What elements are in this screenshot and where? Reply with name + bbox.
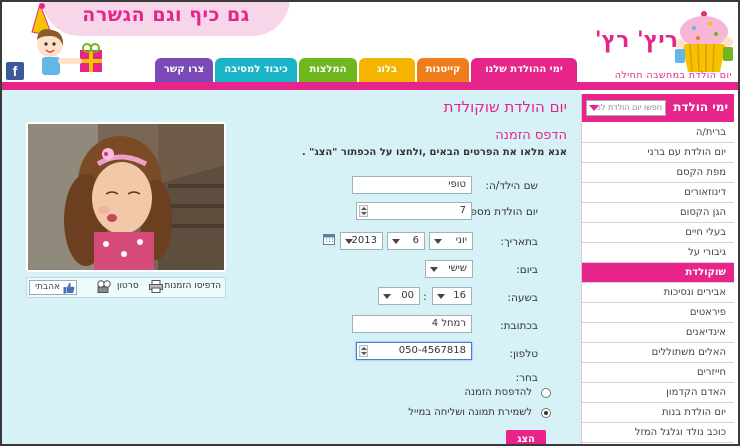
sidebar: ימי הולדת חפשו יום הולדת לפי ברית/ה יום ה… — [581, 94, 734, 444]
logo-title[interactable]: ריץ' רץ' — [562, 28, 678, 53]
video-icon[interactable] — [97, 280, 111, 293]
tab-party-food[interactable]: כיבוד למסיבה — [215, 58, 297, 82]
sidebar-item[interactable]: בעלי חיים — [582, 223, 734, 243]
chevron-down-icon — [383, 294, 391, 299]
video-link[interactable]: סרטון — [117, 281, 139, 291]
form-instructions: אנא מלאו את הפרטים הבאים ,ולחצו על הכפתו… — [301, 147, 567, 158]
choose-label: בחר: — [515, 372, 538, 384]
radio-save-and-email[interactable] — [541, 408, 551, 418]
tab-camps[interactable]: קייטנות — [417, 58, 469, 82]
chevron-down-icon — [430, 267, 438, 272]
date-month-value: יוני — [455, 235, 467, 246]
age-value: 7 — [459, 205, 466, 216]
age-spinner[interactable] — [359, 205, 368, 217]
tab-our-birthdays[interactable]: ימי ההולדת שלנו — [471, 58, 577, 82]
date-year-value: 2013 — [351, 235, 377, 246]
chevron-down-icon — [392, 239, 400, 244]
sidebar-item[interactable]: ברית/ה — [582, 123, 734, 143]
sidebar-item[interactable]: הגן הקסום — [582, 203, 734, 223]
site-header: גם כיף וגם הגשרה f ריץ' רץ' יום הולדת במ… — [2, 2, 738, 90]
facebook-icon[interactable]: f — [6, 62, 24, 80]
date-day-value: 6 — [412, 235, 419, 246]
sidebar-item[interactable]: יום הולדת עם ברני — [582, 143, 734, 163]
sidebar-item[interactable]: גיבורי על — [582, 243, 734, 263]
sidebar-item[interactable]: האלים משתוללים — [582, 343, 734, 363]
print-invitations-link[interactable]: הדפיסו הזמנות — [164, 281, 221, 291]
sidebar-item[interactable]: יום הולדת בנות — [582, 403, 734, 423]
show-button[interactable]: הצג — [506, 430, 546, 444]
page: גם כיף וגם הגשרה f ריץ' רץ' יום הולדת במ… — [2, 2, 738, 444]
birthday-search-select[interactable]: חפשו יום הולדת לפי — [586, 100, 666, 116]
party-girl-illustration — [31, 2, 102, 75]
nav-underline — [2, 82, 738, 90]
date-year-select[interactable]: 2013 — [340, 232, 383, 250]
sidebar-item[interactable]: כוכב נולד וגלגל המזל — [582, 423, 734, 443]
tab-contact[interactable]: צרו קשר — [155, 58, 213, 82]
sidebar-item[interactable]: דינוזאורים — [582, 183, 734, 203]
age-input[interactable]: 7 — [356, 202, 472, 220]
phone-input[interactable]: 050-4567818 — [356, 342, 472, 360]
chevron-down-icon — [345, 239, 353, 244]
page-title: יום הולדת שוקולדת — [443, 98, 567, 116]
chevron-down-icon — [437, 294, 445, 299]
date-month-select[interactable]: יוני — [429, 232, 473, 250]
chevron-down-icon — [434, 239, 442, 244]
sidebar-item[interactable]: פיראטים — [582, 303, 734, 323]
phone-value: 050-4567818 — [398, 345, 466, 356]
address-input[interactable]: רמחל 4 — [352, 315, 472, 333]
calendar-icon[interactable] — [323, 233, 335, 245]
girl-blowing-candles-image — [28, 124, 224, 270]
tab-recommendations[interactable]: המלצות — [299, 58, 357, 82]
search-placeholder: חפשו יום הולדת לפי — [594, 103, 662, 112]
like-label: אהבתי — [34, 282, 60, 292]
radio-print-invitation-label[interactable]: להדפסת הזמנה — [465, 387, 533, 398]
photo-actions-bar: הדפיסו הזמנות סרטון אהבתי — [26, 277, 226, 298]
cupcake-logo-icon[interactable] — [672, 10, 736, 74]
phone-spinner[interactable] — [359, 345, 368, 357]
child-name-input[interactable]: טופי — [352, 176, 472, 194]
printer-icon[interactable] — [149, 280, 163, 293]
sidebar-item[interactable]: האדם הקדמון — [582, 383, 734, 403]
time-hour-select[interactable]: 16 — [432, 287, 472, 305]
weekday-value: שישי — [448, 263, 467, 274]
time-separator: : — [423, 290, 427, 303]
sidebar-item[interactable]: אינדיאנים — [582, 323, 734, 343]
chevron-down-icon — [589, 105, 599, 111]
date-day-select[interactable]: 6 — [387, 232, 425, 250]
time-hour-value: 16 — [453, 290, 466, 301]
sidebar-item[interactable]: שוקולדת — [582, 263, 734, 283]
main-content: יום הולדת שוקולדת הדפס הזמנה אנא מלאו את… — [2, 90, 581, 444]
sidebar-header: ימי הולדת חפשו יום הולדת לפי — [582, 94, 734, 122]
time-minute-value: 00 — [401, 290, 414, 301]
tab-blog[interactable]: בלוג — [359, 58, 415, 82]
radio-save-and-email-label[interactable]: לשמירת תמונה ושליחה במייל — [408, 407, 532, 418]
like-button[interactable]: אהבתי — [29, 280, 77, 295]
sidebar-item[interactable]: אבירים ונסיכות — [582, 283, 734, 303]
party-photo — [26, 122, 226, 272]
sidebar-title: ימי הולדת — [673, 100, 728, 114]
time-minute-select[interactable]: 00 — [378, 287, 420, 305]
thumbs-up-icon — [63, 282, 75, 294]
section-title: הדפס הזמנה — [495, 128, 567, 143]
sidebar-item[interactable]: ממממממ — [582, 443, 734, 444]
radio-print-invitation[interactable] — [541, 388, 551, 398]
sidebar-item[interactable]: חייזרים — [582, 363, 734, 383]
weekday-select[interactable]: שישי — [425, 260, 473, 278]
sidebar-item[interactable]: מפת הקסם — [582, 163, 734, 183]
logo-subtitle: יום הולדת במחשבה תחילה — [614, 70, 732, 81]
